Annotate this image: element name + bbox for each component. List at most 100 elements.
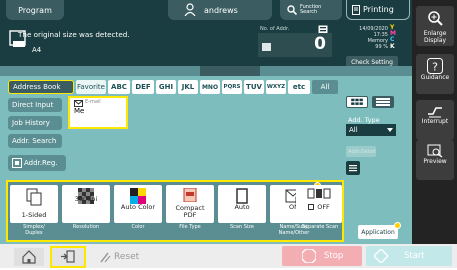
guidance-button[interactable]: ? Guidance: [416, 54, 454, 94]
addr-type-label: Add. Type: [348, 116, 380, 124]
function-search-button[interactable]: Function Search: [280, 0, 342, 20]
enlarge-label: Enlarge Display: [423, 30, 447, 44]
scan-settings-bar: 1-Sided Simplex/ Duplex 300dpi Resolutio…: [6, 180, 344, 242]
preview-label: Preview: [423, 158, 447, 165]
one-sided-icon: [26, 188, 42, 206]
file-type-value: Compact PDF: [175, 204, 205, 219]
stop-icon: [302, 249, 316, 263]
addr-detail-button[interactable]: Addr.Detail: [346, 146, 376, 157]
guidance-label: Guidance: [420, 74, 450, 81]
simplex-value: 1-Sided: [21, 211, 47, 219]
separate-scan-state: OFF: [317, 203, 330, 211]
setbtn-resolution[interactable]: 300dpi: [62, 185, 110, 223]
separate-scan-label: Separate Scan: [301, 224, 339, 230]
interrupt-icon: [428, 107, 442, 118]
tab-tuv[interactable]: TUV: [244, 80, 264, 94]
addr-type-value: All: [349, 126, 358, 134]
access-button[interactable]: [50, 246, 86, 268]
tab-etc[interactable]: etc: [288, 80, 310, 94]
setbtn-separate-scan[interactable]: OFF: [296, 185, 342, 223]
menu-icon[interactable]: [346, 161, 360, 175]
setbtn-scan-size[interactable]: Auto: [218, 185, 266, 223]
separate-scan-value: OFF: [296, 204, 342, 211]
tab-ghi[interactable]: GHI: [156, 80, 176, 94]
preview-icon: [427, 144, 443, 158]
address-book-button[interactable]: Address Book: [8, 80, 74, 94]
datetime: 14/09/2020 17:35 Memory 99 %: [346, 26, 388, 50]
tab-favorite[interactable]: Favorite: [76, 80, 106, 94]
addr-reg-button[interactable]: Addr.Reg.: [8, 155, 66, 171]
memory-value: 99 %: [375, 44, 388, 50]
enlarge-display-button[interactable]: Enlarge Display: [416, 6, 454, 46]
tab-mno[interactable]: MNO: [200, 80, 220, 94]
reset-label: Reset: [114, 252, 140, 262]
paper-size: A4: [32, 46, 42, 54]
tab-abc[interactable]: ABC: [108, 80, 130, 94]
entry-name: Me: [74, 107, 85, 115]
toner-k: K: [390, 42, 395, 50]
addr-search-button[interactable]: Addr. Search: [8, 134, 62, 148]
address-entry[interactable]: E-mail Me: [68, 96, 128, 129]
reset-button[interactable]: Reset: [94, 248, 154, 266]
user-button[interactable]: andrews: [168, 0, 272, 20]
page-size-icon: [236, 188, 248, 204]
svg-text:?: ?: [432, 61, 438, 74]
addr-count-box: 0: [258, 33, 332, 57]
tab-pqrs[interactable]: PQRS: [222, 80, 242, 94]
toner-levels: Y M C K: [390, 24, 396, 50]
direct-input-button[interactable]: Direct Input: [8, 98, 62, 112]
status-message: The original size was detected.: [18, 30, 130, 39]
tab-wxyz[interactable]: WXYZ: [266, 80, 286, 94]
application-button[interactable]: Application: [358, 222, 401, 239]
num-of-addr-label: No. of Addr.: [260, 26, 290, 32]
start-button[interactable]: Start: [366, 246, 452, 266]
notification-dot: [394, 222, 401, 229]
grid-view-icon[interactable]: [346, 96, 368, 108]
home-icon: [22, 250, 36, 264]
resolution-label: Resolution: [72, 224, 100, 230]
progress-strip: [0, 66, 412, 76]
destination-list-icon: [262, 43, 271, 51]
application-label: Application: [361, 228, 395, 236]
entry-type: E-mail: [85, 99, 101, 105]
list-view-icon[interactable]: [372, 96, 394, 108]
job-history-button[interactable]: Job History: [8, 116, 62, 130]
scan-size-label: Scan Size: [229, 224, 254, 230]
scan-size-value: Auto: [234, 203, 250, 211]
addr-count: 0: [314, 34, 326, 54]
setbtn-color[interactable]: Auto Color: [114, 185, 162, 223]
tab-def[interactable]: DEF: [132, 80, 154, 94]
simplex-label: Simplex/ Duplex: [23, 224, 45, 236]
printing-label: Printing: [363, 5, 394, 14]
user-name: andrews: [204, 5, 238, 15]
stop-label: Stop: [324, 251, 344, 261]
color-value: Auto Color: [120, 203, 156, 211]
file-type-label: File Type: [179, 224, 201, 230]
pdf-file-icon: [183, 188, 197, 202]
interrupt-button[interactable]: Interrupt: [416, 100, 454, 140]
home-button[interactable]: [14, 248, 44, 266]
setbtn-file-type[interactable]: Compact PDF: [166, 185, 214, 223]
program-label: Program: [18, 5, 52, 15]
start-label: Start: [404, 251, 425, 261]
printing-status-button[interactable]: Printing: [346, 0, 410, 20]
document-icon: [352, 5, 360, 15]
color-mode-icon: [130, 188, 146, 204]
chevron-down-icon: [387, 128, 393, 132]
access-icon: [61, 250, 75, 263]
search-icon: [287, 5, 297, 15]
interrupt-label: Interrupt: [421, 118, 449, 125]
setbtn-simplex-duplex[interactable]: 1-Sided: [10, 185, 58, 223]
stop-button[interactable]: Stop: [282, 246, 362, 266]
program-button[interactable]: Program: [6, 0, 64, 20]
separate-scan-icon: [307, 188, 331, 199]
addr-type-select[interactable]: All: [346, 124, 396, 136]
start-icon: [374, 249, 388, 263]
register-icon: [12, 158, 22, 168]
preview-button[interactable]: Preview: [416, 140, 454, 180]
addr-reg-label: Addr.Reg.: [24, 159, 58, 167]
tab-all[interactable]: All: [312, 80, 338, 94]
help-icon: ?: [427, 58, 443, 74]
function-search-label: Function Search: [300, 4, 322, 15]
tab-jkl[interactable]: JKL: [178, 80, 198, 94]
